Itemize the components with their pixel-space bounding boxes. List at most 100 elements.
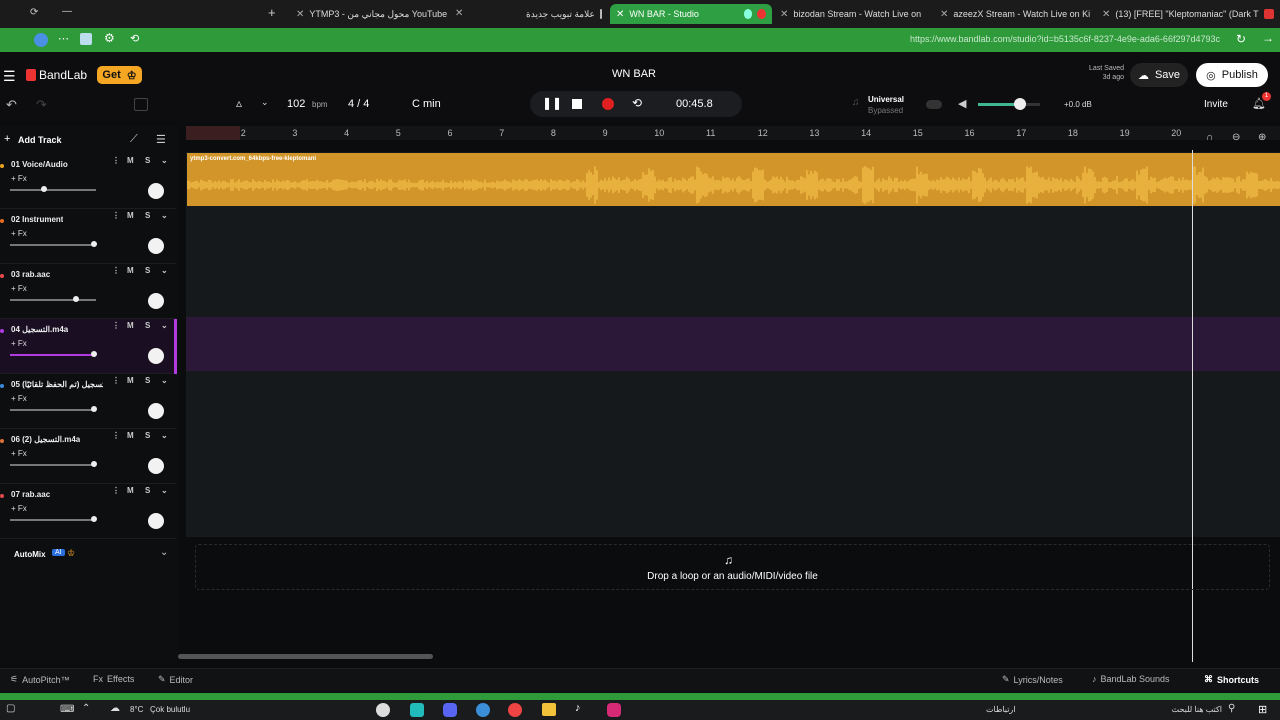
chevron-down-icon[interactable]: ⌄ — [161, 266, 168, 275]
solo-button[interactable]: S — [145, 321, 150, 330]
shortcuts-button[interactable]: ⌘ Shortcuts — [1204, 674, 1259, 685]
publish-button[interactable]: ◎ Publish — [1196, 63, 1268, 87]
chevron-up-icon[interactable]: ⌃ — [82, 703, 90, 714]
effects-button[interactable]: Fx Effects — [93, 674, 134, 684]
settings-sliders-icon[interactable]: ☰ — [156, 133, 166, 146]
track-pan-knob[interactable] — [148, 293, 164, 309]
add-fx-button[interactable]: + Fx — [11, 229, 27, 238]
track-volume-thumb[interactable] — [73, 296, 80, 302]
taskbar-search[interactable]: اكتب هنا للبحث — [1130, 705, 1222, 714]
solo-button[interactable]: S — [145, 376, 150, 385]
add-fx-button[interactable]: + Fx — [11, 284, 27, 293]
extension-icon[interactable] — [80, 33, 92, 45]
automix-label[interactable]: AutoMix — [14, 550, 46, 559]
new-tab-icon[interactable]: + — [268, 5, 276, 20]
loop-region[interactable] — [186, 126, 240, 140]
master-volume-thumb[interactable] — [1014, 98, 1026, 110]
record-icon[interactable] — [602, 98, 614, 110]
track-options-icon[interactable]: ⋮ — [112, 321, 120, 330]
tab-azeezx[interactable]: ✕ azeezX Stream - Watch Live on Ki — [934, 4, 1092, 24]
zoom-in-icon[interactable]: ⊕ — [1258, 132, 1266, 143]
track-pan-knob[interactable] — [148, 238, 164, 254]
mute-button[interactable]: M — [127, 266, 134, 275]
track-volume-thumb[interactable] — [91, 351, 98, 357]
keyboard-icon[interactable]: ⌨ — [60, 704, 74, 715]
refresh-icon[interactable]: ↻ — [1236, 32, 1246, 46]
menu-dots-icon[interactable]: ⋯ — [58, 32, 69, 45]
chevron-down-icon[interactable]: ⌄ — [161, 156, 168, 165]
track-name[interactable]: 01 Voice/Audio — [11, 160, 68, 169]
close-tab-icon[interactable]: ✕ — [296, 9, 304, 20]
track-pan-knob[interactable] — [148, 513, 164, 529]
key-selector[interactable]: C min — [412, 98, 441, 110]
track-volume-thumb[interactable] — [91, 516, 98, 522]
editor-button[interactable]: ✎ Editor — [158, 674, 193, 685]
add-fx-button[interactable]: + Fx — [11, 449, 27, 458]
close-tab-icon[interactable]: ✕ — [780, 9, 788, 20]
track-volume-slider[interactable] — [10, 516, 98, 522]
project-title[interactable]: WN BAR — [570, 68, 698, 80]
time-signature[interactable]: 4 / 4 — [348, 98, 369, 110]
track-lane[interactable] — [186, 207, 1280, 262]
track-lane[interactable] — [186, 427, 1280, 482]
tab-ytmp3[interactable]: ✕ YTMP3 - محول مجاني من YouTube — [290, 4, 450, 24]
file-explorer-icon[interactable] — [542, 703, 556, 716]
chevron-down-icon[interactable]: ⌄ — [160, 547, 168, 558]
loop-icon[interactable]: ⟲ — [632, 96, 642, 110]
redo-icon[interactable]: ↷ — [36, 97, 47, 113]
taskbar-links[interactable]: ارتباطات — [986, 705, 1016, 714]
add-track-button[interactable]: Add Track — [18, 135, 62, 145]
track-name[interactable]: 04 التسجيل.m4a — [11, 325, 68, 334]
track-header[interactable]: 02 Instrument ⋮ M S ⌄ + Fx — [0, 209, 176, 264]
track-volume-slider[interactable] — [10, 241, 98, 247]
get-membership-button[interactable]: Get ♔ — [97, 66, 142, 84]
tab-bizodan[interactable]: ✕ bizodan Stream - Watch Live on Ki — [774, 4, 924, 24]
track-options-icon[interactable]: ⋮ — [112, 486, 120, 495]
track-lane[interactable] — [186, 372, 1280, 427]
add-fx-button[interactable]: + Fx — [11, 174, 27, 183]
close-tab-icon[interactable]: ✕ — [940, 9, 948, 20]
mixer-icon[interactable] — [134, 98, 148, 111]
solo-button[interactable]: S — [145, 211, 150, 220]
add-fx-button[interactable]: + Fx — [11, 339, 27, 348]
invite-button[interactable]: Invite — [1204, 99, 1228, 110]
extension-icon[interactable]: ⟲ — [130, 32, 139, 45]
track-options-icon[interactable]: ⋮ — [112, 376, 120, 385]
track-options-icon[interactable]: ⋮ — [112, 156, 120, 165]
metronome-icon[interactable]: ▵ — [236, 96, 242, 110]
track-lane[interactable] — [186, 482, 1280, 537]
track-name[interactable]: 07 rab.aac — [11, 490, 50, 499]
track-volume-slider[interactable] — [10, 351, 98, 357]
track-pan-knob[interactable] — [148, 403, 164, 419]
reload-icon[interactable]: ⟳ — [30, 7, 38, 18]
chevron-down-icon[interactable]: ⌄ — [261, 97, 269, 108]
track-volume-thumb[interactable] — [41, 186, 48, 192]
pause-icon[interactable]: ❚❚ — [542, 96, 562, 110]
add-fx-button[interactable]: + Fx — [11, 394, 27, 403]
stop-icon[interactable] — [572, 99, 582, 109]
edge-icon[interactable] — [476, 703, 490, 717]
track-pan-knob[interactable] — [148, 348, 164, 364]
solo-button[interactable]: S — [145, 431, 150, 440]
solo-button[interactable]: S — [145, 486, 150, 495]
track-header[interactable]: 03 rab.aac ⋮ M S ⌄ + Fx — [0, 264, 176, 319]
tab-kleptomaniac[interactable]: ✕ (13) [FREE] "Kleptomaniac" (Dark T — [1096, 4, 1280, 24]
mute-button[interactable]: M — [127, 431, 134, 440]
timeline-ruler[interactable]: 1234567891011121314151617181920 — [186, 126, 1280, 140]
chevron-down-icon[interactable]: ⌄ — [161, 321, 168, 330]
track-header[interactable]: 07 rab.aac ⋮ M S ⌄ + Fx — [0, 484, 176, 539]
mute-button[interactable]: M — [127, 211, 134, 220]
horizontal-scrollbar[interactable] — [178, 654, 433, 659]
lyrics-notes-button[interactable]: ✎ Lyrics/Notes — [1002, 674, 1063, 685]
search-icon[interactable]: ⚲ — [1228, 703, 1235, 714]
track-volume-thumb[interactable] — [91, 461, 98, 467]
zoom-out-icon[interactable]: ⊖ — [1232, 132, 1240, 143]
tiktok-icon[interactable]: ♪ — [575, 702, 581, 714]
close-tab-icon[interactable]: ✕ — [455, 8, 463, 19]
track-options-icon[interactable]: ⋮ — [112, 211, 120, 220]
track-volume-slider[interactable] — [10, 186, 96, 192]
solo-button[interactable]: S — [145, 156, 150, 165]
master-effect-name[interactable]: Universal — [868, 95, 904, 104]
forward-icon[interactable]: → — [1262, 31, 1274, 45]
tab-new-tab[interactable]: علامة تبويب جديدة — [520, 4, 608, 24]
